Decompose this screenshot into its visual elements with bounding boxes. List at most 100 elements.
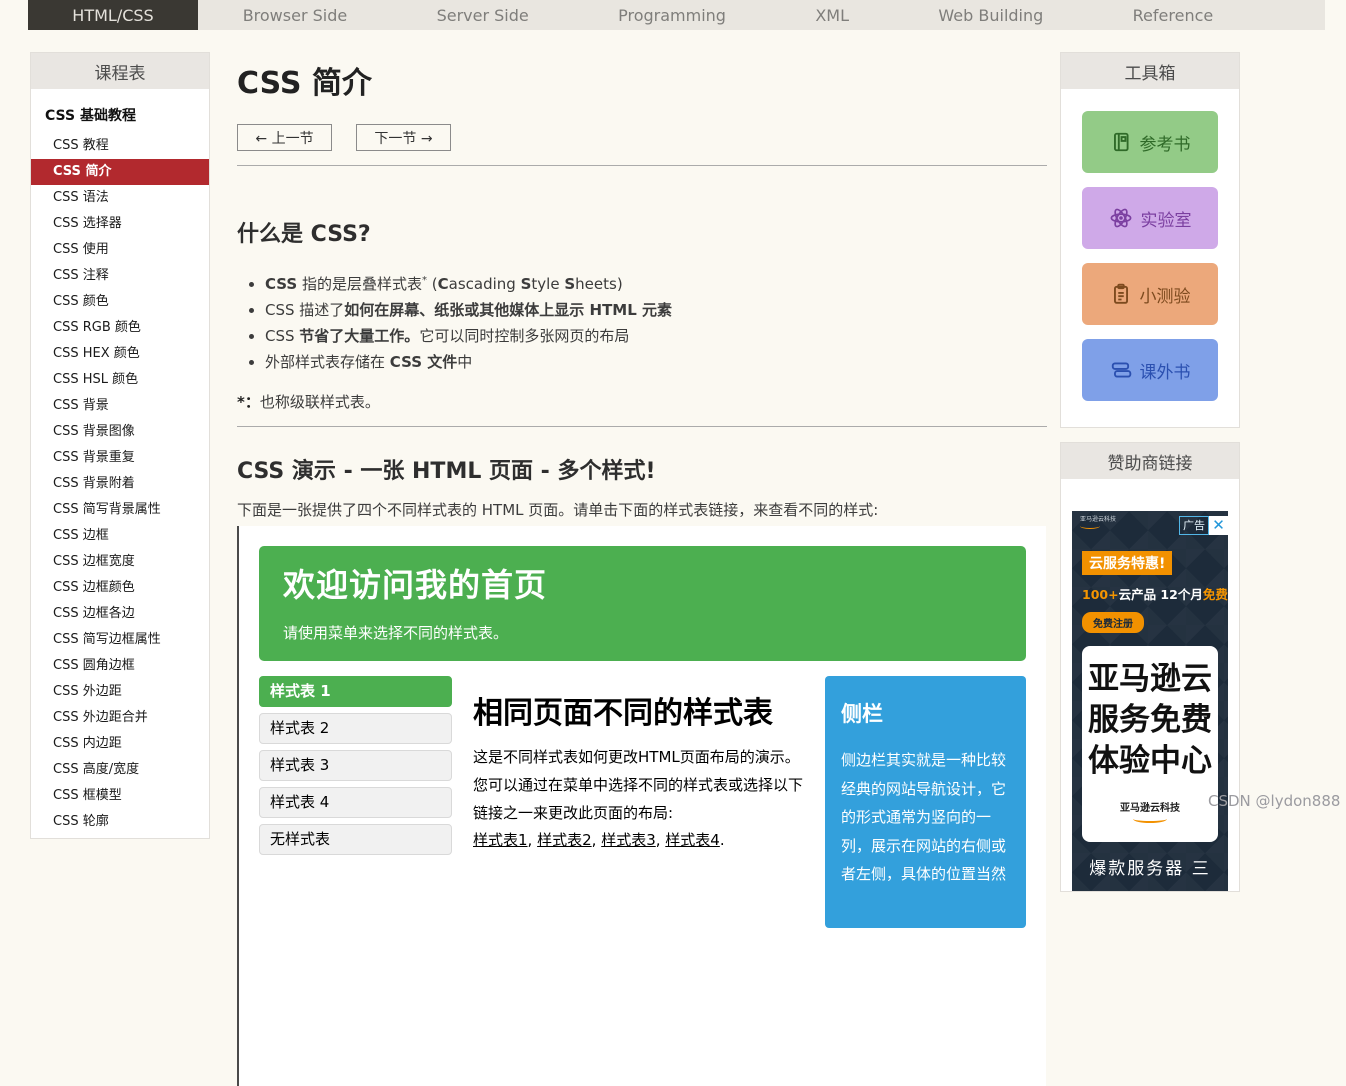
sidebar-item[interactable]: CSS 圆角边框 <box>31 653 209 679</box>
demo-banner-title: 欢迎访问我的首页 <box>283 560 1002 606</box>
demo-intro-text: 下面是一张提供了四个不同样式表的 HTML 页面。请单击下面的样式表链接，来查看… <box>237 499 1047 520</box>
bullet-item: 外部样式表存储在 CSS 文件中 <box>265 349 1047 375</box>
sidebar-item[interactable]: CSS HSL 颜色 <box>31 367 209 393</box>
sidebar-item[interactable]: CSS HEX 颜色 <box>31 341 209 367</box>
book-icon <box>1110 131 1132 153</box>
atom-icon <box>1109 206 1133 230</box>
demo-menu-item[interactable]: 样式表 3 <box>259 750 452 781</box>
ad-card: 亚马逊云服务免费体验中心 亚马逊云科技 <box>1082 646 1218 842</box>
sidebar-item[interactable]: CSS 边框颜色 <box>31 575 209 601</box>
sidebar-item[interactable]: CSS 颜色 <box>31 289 209 315</box>
demo-content-heading: 相同页面不同的样式表 <box>473 688 804 732</box>
demo-menu-item[interactable]: 无样式表 <box>259 824 452 855</box>
footnote: *：也称级联样式表。 <box>237 391 1047 412</box>
nav-item-server-side[interactable]: Server Side <box>437 6 529 25</box>
ad-close-button[interactable]: ✕ <box>1209 516 1228 535</box>
ad-bottom-text: 爆款服务器 三 <box>1072 854 1228 879</box>
nav-item-web-building[interactable]: Web Building <box>938 6 1043 25</box>
books-icon <box>1110 359 1132 381</box>
nav-items: Browser Side Server Side Programming XML Web… <box>198 0 1258 30</box>
nav-item-browser-side[interactable]: Browser Side <box>243 6 348 25</box>
sidebar-item[interactable]: CSS 边框 <box>31 523 209 549</box>
toolbox-panel: 工具箱 参考书实验室小测验课外书 <box>1060 52 1240 428</box>
demo-stylesheet-menu: 样式表 1 样式表 2 样式表 3 样式表 4 无样式表 <box>259 676 452 928</box>
sidebar-item[interactable]: CSS 选择器 <box>31 211 209 237</box>
divider <box>237 426 1047 427</box>
sidebar-item[interactable]: CSS 轮廓 <box>31 809 209 835</box>
sponsor-panel: 赞助商链接 亚马逊云科技 广告 ✕ 云服务特惠! 100+云产品 12个月免费 … <box>1060 442 1240 892</box>
sidebar-item[interactable]: CSS 高度/宽度 <box>31 757 209 783</box>
sidebar-item[interactable]: CSS 语法 <box>31 185 209 211</box>
demo-style-link[interactable]: 样式表3 <box>601 831 656 849</box>
sidebar-item[interactable]: CSS 框模型 <box>31 783 209 809</box>
sidebar-item[interactable]: CSS 背景图像 <box>31 419 209 445</box>
sidebar-item[interactable]: CSS 使用 <box>31 237 209 263</box>
section-nav-buttons: ← 上一节 下一节 → <box>237 124 1047 151</box>
reference-book-button[interactable]: 参考书 <box>1082 111 1218 173</box>
nav-item-reference[interactable]: Reference <box>1133 6 1214 25</box>
demo-banner: 欢迎访问我的首页 请使用菜单来选择不同的样式表。 <box>259 546 1026 661</box>
ad-card-brand: 亚马逊云科技 <box>1082 799 1218 823</box>
ad-promo-line: 100+云产品 12个月免费 <box>1082 584 1228 603</box>
css-facts-list: CSS 指的是层叠样式表* (Cascading Style Sheets)CS… <box>237 268 1047 375</box>
extracurricular-books-button[interactable]: 课外书 <box>1082 339 1218 401</box>
sidebar-item[interactable]: CSS 简写背景属性 <box>31 497 209 523</box>
demo-banner-subtitle: 请使用菜单来选择不同的样式表。 <box>283 622 1002 643</box>
sidebar-item[interactable]: CSS 外边距 <box>31 679 209 705</box>
css-demo-heading: CSS 演示 - 一张 HTML 页面 - 多个样式! <box>237 453 1047 485</box>
demo-menu-item[interactable]: 样式表 4 <box>259 787 452 818</box>
right-sidebar: 工具箱 参考书实验室小测验课外书 赞助商链接 亚马逊云科技 广告 ✕ 云服务特惠… <box>1060 52 1240 892</box>
sidebar-item[interactable]: CSS 背景附着 <box>31 471 209 497</box>
sidebar-item[interactable]: CSS 内边距 <box>31 731 209 757</box>
sidebar-item[interactable]: CSS 教程 <box>31 133 209 159</box>
clipboard-icon <box>1110 283 1132 305</box>
nav-item-programming[interactable]: Programming <box>618 6 726 25</box>
sidebar-item[interactable]: CSS 外边距合并 <box>31 705 209 731</box>
page-title: CSS 简介 <box>237 58 1047 102</box>
sidebar-item[interactable]: CSS 注释 <box>31 263 209 289</box>
course-section-title: CSS 基础教程 <box>31 89 209 133</box>
demo-content-text: 这是不同样式表如何更改HTML页面布局的演示。您可以通过在菜单中选择不同的样式表… <box>473 748 803 822</box>
aws-ad-banner[interactable]: 亚马逊云科技 广告 ✕ 云服务特惠! 100+云产品 12个月免费 免费注册 亚… <box>1072 511 1228 891</box>
demo-sidebar: 侧栏 侧边栏其实就是一种比较经典的网站导航设计，它的形式通常为竖向的一列，展示在… <box>825 676 1026 928</box>
sidebar-item[interactable]: CSS 边框各边 <box>31 601 209 627</box>
bullet-item: CSS 指的是层叠样式表* (Cascading Style Sheets) <box>265 268 1047 297</box>
demo-style-link[interactable]: 样式表4 <box>665 831 720 849</box>
demo-menu-item[interactable]: 样式表 1 <box>259 676 452 707</box>
nav-tab-html-css[interactable]: HTML/CSS <box>28 0 198 30</box>
sidebar-item[interactable]: CSS 简写边框属性 <box>31 627 209 653</box>
sidebar-item[interactable]: CSS 背景 <box>31 393 209 419</box>
bullet-item: CSS 节省了大量工作。它可以同时控制多张网页的布局 <box>265 323 1047 349</box>
nav-item-xml[interactable]: XML <box>815 6 849 25</box>
main-content: CSS 简介 ← 上一节 下一节 → 什么是 CSS? CSS 指的是层叠样式表… <box>225 30 1047 1086</box>
ad-card-line: 体验中心 <box>1082 741 1218 782</box>
left-sidebar: 课程表 CSS 基础教程 CSS 教程CSS 简介CSS 语法CSS 选择器CS… <box>30 52 210 839</box>
course-list-header: 课程表 <box>31 53 209 89</box>
amazon-smile-icon <box>1080 523 1100 529</box>
ad-card-line: 亚马逊云 <box>1082 659 1218 700</box>
quiz-button[interactable]: 小测验 <box>1082 263 1218 325</box>
sidebar-item[interactable]: CSS RGB 颜色 <box>31 315 209 341</box>
ad-promo-badge: 云服务特惠! <box>1082 551 1172 575</box>
demo-menu-item[interactable]: 样式表 2 <box>259 713 452 744</box>
divider <box>237 165 1047 166</box>
sidebar-item[interactable]: CSS 边框宽度 <box>31 549 209 575</box>
aws-logo: 亚马逊云科技 <box>1080 516 1116 529</box>
ad-signup-button[interactable]: 免费注册 <box>1082 612 1144 633</box>
next-section-button[interactable]: 下一节 → <box>356 124 451 151</box>
demo-content: 相同页面不同的样式表 这是不同样式表如何更改HTML页面布局的演示。您可以通过在… <box>473 676 804 928</box>
demo-style-link[interactable]: 样式表1 <box>473 831 528 849</box>
sidebar-item-active[interactable]: CSS 简介 <box>31 159 209 185</box>
demo-sidebar-heading: 侧栏 <box>841 698 1010 728</box>
sidebar-item[interactable]: CSS 背景重复 <box>31 445 209 471</box>
toolbox-header: 工具箱 <box>1061 53 1239 89</box>
bullet-item: CSS 描述了如何在屏幕、纸张或其他媒体上显示 HTML 元素 <box>265 297 1047 323</box>
toolbox-buttons: 参考书实验室小测验课外书 <box>1061 89 1239 427</box>
demo-sidebar-text: 侧边栏其实就是一种比较经典的网站导航设计，它的形式通常为竖向的一列，展示在网站的… <box>841 746 1010 889</box>
amazon-smile-icon <box>1133 815 1167 823</box>
prev-section-button[interactable]: ← 上一节 <box>237 124 332 151</box>
demo-style-link[interactable]: 样式表2 <box>537 831 592 849</box>
csdn-watermark: CSDN @lydon888 <box>1208 792 1340 810</box>
laboratory-button[interactable]: 实验室 <box>1082 187 1218 249</box>
course-list: CSS 教程CSS 简介CSS 语法CSS 选择器CSS 使用CSS 注释CSS… <box>31 133 209 835</box>
